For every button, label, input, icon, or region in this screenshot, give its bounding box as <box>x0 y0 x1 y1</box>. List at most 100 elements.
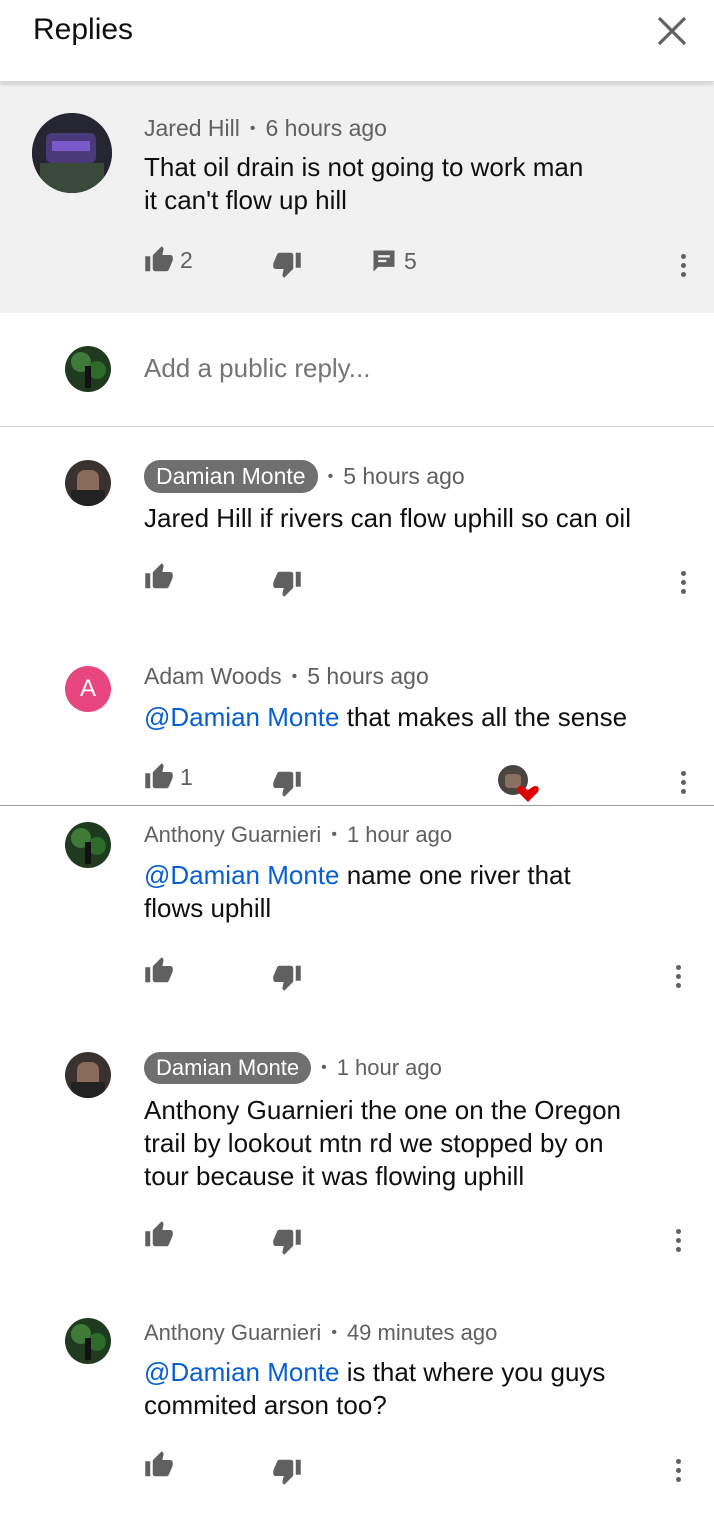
more-icon[interactable] <box>668 1452 688 1488</box>
avatar[interactable] <box>65 822 111 868</box>
like-icon <box>145 1221 173 1247</box>
comment-line: That oil drain is not going to work man <box>144 152 584 182</box>
comment-body: is that where you guys <box>339 1357 606 1387</box>
dislike-button[interactable] <box>272 568 302 598</box>
dislike-button[interactable] <box>272 249 302 279</box>
timestamp: 5 hours ago <box>307 663 429 689</box>
author-name[interactable]: Anthony Guarnieri <box>144 822 321 848</box>
like-icon <box>145 957 173 983</box>
like-button[interactable]: 1 <box>144 762 193 792</box>
timestamp: 6 hours ago <box>265 115 387 141</box>
mention-link[interactable]: @Damian Monte <box>144 860 339 890</box>
avatar[interactable] <box>65 1318 111 1364</box>
reply-composer <box>0 313 714 427</box>
like-button[interactable] <box>144 1220 174 1250</box>
comment-line: commited arson too? <box>144 1390 387 1420</box>
timestamp: 5 hours ago <box>343 463 465 489</box>
mention-link[interactable]: @Damian Monte <box>144 702 339 732</box>
comment-meta: Damian Monte • 1 hour ago <box>144 1052 442 1084</box>
reply-comment: Anthony Guarnieri • 1 hour ago @Damian M… <box>0 806 714 1032</box>
separator-dot: • <box>327 467 334 485</box>
comment-line: trail by lookout mtn rd we stopped by on <box>144 1128 604 1158</box>
comment-body: that makes all the sense <box>339 702 628 732</box>
reply-comment: A Adam Woods • 5 hours ago @Damian Monte… <box>0 638 714 804</box>
more-icon[interactable] <box>673 247 693 283</box>
like-button[interactable] <box>144 562 174 592</box>
comment-text: That oil drain is not going to work man … <box>144 151 689 217</box>
comment-actions <box>0 562 714 602</box>
comment-actions: 2 5 <box>0 245 714 285</box>
dislike-button[interactable] <box>272 1226 302 1256</box>
like-button[interactable] <box>144 956 174 986</box>
comment-meta: Damian Monte • 5 hours ago <box>144 460 465 493</box>
like-count: 2 <box>180 246 193 273</box>
avatar[interactable] <box>65 1052 111 1098</box>
comment-line: Anthony Guarnieri the one on the Oregon <box>144 1095 621 1125</box>
like-icon <box>145 1451 173 1477</box>
dislike-icon <box>273 252 301 278</box>
comment-actions <box>0 956 714 996</box>
dislike-icon <box>273 1459 301 1485</box>
avatar[interactable]: A <box>65 666 111 712</box>
reply-icon <box>373 250 395 272</box>
creator-badge[interactable]: Damian Monte <box>144 1052 312 1084</box>
author-name[interactable]: Adam Woods <box>144 663 282 690</box>
dislike-icon <box>273 771 301 797</box>
heart-icon <box>498 765 539 802</box>
comment-line: flows uphill <box>144 893 272 923</box>
mention-link[interactable]: @Damian Monte <box>144 1357 339 1387</box>
dislike-button[interactable] <box>272 962 302 992</box>
like-button[interactable] <box>144 1450 174 1480</box>
timestamp: 49 minutes ago <box>346 1320 498 1345</box>
dislike-icon <box>273 571 301 597</box>
comment-text: Anthony Guarnieri the one on the Oregon … <box>144 1094 689 1193</box>
author-name[interactable]: Anthony Guarnieri <box>144 1320 321 1346</box>
timestamp: 1 hour ago <box>346 822 453 847</box>
comment-text: @Damian Monte name one river that flows … <box>144 859 689 925</box>
comment-text: Jared Hill if rivers can flow uphill so … <box>144 503 631 533</box>
dislike-icon <box>273 1229 301 1255</box>
comment-meta: Jared Hill • 6 hours ago <box>144 115 387 142</box>
like-icon <box>145 246 173 272</box>
like-button[interactable]: 2 <box>144 245 193 275</box>
separator-dot: • <box>331 826 337 843</box>
timestamp: 1 hour ago <box>336 1055 442 1080</box>
avatar[interactable] <box>65 460 111 506</box>
comment-actions: 1 <box>0 762 714 802</box>
separator-dot: • <box>249 119 256 137</box>
dislike-button[interactable] <box>272 1456 302 1486</box>
separator-dot: • <box>291 667 298 685</box>
reply-count: 5 <box>404 247 417 274</box>
comment-text: @Damian Monte is that where you guys com… <box>144 1356 689 1422</box>
like-icon <box>145 563 173 589</box>
like-count: 1 <box>180 763 193 790</box>
parent-comment: Jared Hill • 6 hours ago That oil drain … <box>0 83 714 313</box>
more-icon[interactable] <box>673 764 693 800</box>
more-icon[interactable] <box>668 1222 688 1258</box>
comment-actions <box>0 1220 714 1260</box>
comment-meta: Anthony Guarnieri • 49 minutes ago <box>144 1320 497 1346</box>
comment-line: tour because it was flowing uphill <box>144 1161 525 1191</box>
comment-actions <box>0 1450 714 1490</box>
author-name[interactable]: Jared Hill <box>144 115 240 142</box>
comment-meta: Adam Woods • 5 hours ago <box>144 663 429 690</box>
close-icon[interactable] <box>655 14 689 48</box>
page-title: Replies <box>33 13 134 46</box>
avatar <box>65 346 111 392</box>
reply-button[interactable]: 5 <box>370 247 417 275</box>
creator-badge[interactable]: Damian Monte <box>144 460 318 493</box>
dislike-button[interactable] <box>272 768 302 798</box>
comment-meta: Anthony Guarnieri • 1 hour ago <box>144 822 452 848</box>
comment-body: name one river that <box>339 860 571 890</box>
separator-dot: • <box>321 1059 327 1076</box>
reply-input[interactable] <box>144 353 684 384</box>
more-icon[interactable] <box>673 564 693 600</box>
avatar-letter: A <box>79 675 96 702</box>
comment-line: it can't flow up hill <box>144 185 347 215</box>
avatar[interactable] <box>32 113 112 193</box>
creator-heart <box>497 764 541 804</box>
reply-comment: Damian Monte • 1 hour ago Anthony Guarni… <box>0 1032 714 1298</box>
more-icon[interactable] <box>668 958 688 994</box>
dislike-icon <box>273 965 301 991</box>
comment-text: @Damian Monte that makes all the sense <box>144 701 689 734</box>
